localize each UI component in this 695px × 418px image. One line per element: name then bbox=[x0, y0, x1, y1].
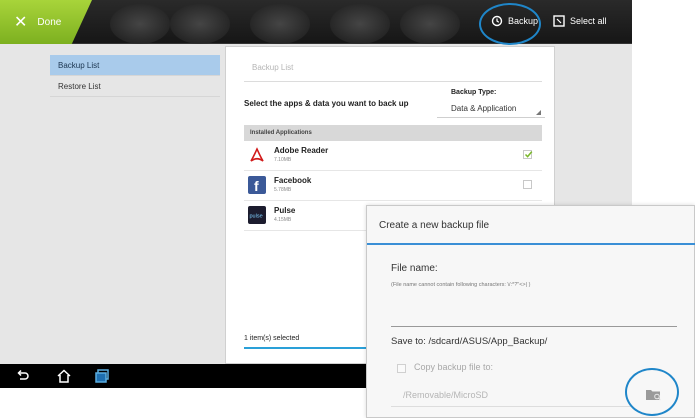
divider bbox=[244, 81, 542, 82]
app-row-adobe-reader[interactable]: Adobe Reader 7.10MB bbox=[244, 141, 542, 171]
app-row-facebook[interactable]: f Facebook 5.78MB bbox=[244, 171, 542, 201]
selected-count: 1 item(s) selected bbox=[244, 335, 300, 342]
home-icon[interactable] bbox=[56, 368, 72, 384]
adobe-reader-icon bbox=[248, 146, 266, 164]
file-name-hint: (File name cannot contain following char… bbox=[391, 282, 531, 288]
app-checkbox[interactable] bbox=[523, 150, 533, 159]
dialog-title-divider bbox=[367, 243, 695, 245]
file-name-input[interactable] bbox=[391, 311, 677, 327]
app-size: 7.10MB bbox=[274, 157, 292, 163]
select-all-label: Select all bbox=[570, 15, 607, 26]
app-name: Adobe Reader bbox=[274, 146, 329, 155]
select-all-button[interactable]: Select all bbox=[552, 14, 607, 27]
sidebar-item-backup-list[interactable]: Backup List bbox=[50, 55, 220, 76]
copy-backup-checkbox[interactable] bbox=[397, 364, 406, 373]
app-size: 4.15MB bbox=[274, 217, 292, 223]
pulse-icon: pulse bbox=[248, 206, 266, 224]
sidebar: Backup List Restore List bbox=[50, 55, 220, 355]
facebook-icon: f bbox=[248, 176, 266, 194]
done-label: Done bbox=[37, 16, 62, 28]
svg-text:f: f bbox=[254, 178, 259, 194]
select-all-icon bbox=[552, 14, 565, 27]
app-size: 5.78MB bbox=[274, 187, 292, 193]
backup-type-value: Data & Application bbox=[451, 104, 517, 113]
browse-highlight-ring bbox=[625, 368, 679, 416]
installed-applications-header: Installed Applications bbox=[244, 125, 542, 141]
svg-text:pulse: pulse bbox=[250, 214, 263, 220]
backup-highlight-ring bbox=[479, 3, 541, 45]
file-name-label: File name: bbox=[391, 263, 438, 274]
sidebar-item-restore-list[interactable]: Restore List bbox=[50, 76, 220, 97]
app-name: Pulse bbox=[274, 206, 296, 215]
backup-type-dropdown[interactable]: Data & Application bbox=[437, 102, 545, 118]
panel-title: Backup List bbox=[252, 63, 294, 72]
recent-apps-icon[interactable] bbox=[94, 368, 110, 384]
back-icon[interactable] bbox=[14, 368, 30, 384]
copy-path-input[interactable]: /Removable/MicroSD bbox=[391, 387, 631, 407]
dialog-title: Create a new backup file bbox=[379, 220, 490, 231]
backup-type-label: Backup Type: bbox=[451, 89, 497, 96]
dropdown-triangle-icon bbox=[536, 110, 541, 115]
close-icon: ✕ bbox=[14, 14, 28, 31]
select-instruction: Select the apps & data you want to back … bbox=[244, 99, 409, 108]
save-to-path: Save to: /sdcard/ASUS/App_Backup/ bbox=[391, 336, 548, 347]
app-checkbox[interactable] bbox=[523, 180, 532, 189]
copy-backup-label: Copy backup file to: bbox=[414, 362, 494, 372]
done-button[interactable]: ✕ Done bbox=[0, 0, 92, 44]
selected-count-underline bbox=[244, 347, 374, 349]
app-name: Facebook bbox=[274, 176, 312, 185]
